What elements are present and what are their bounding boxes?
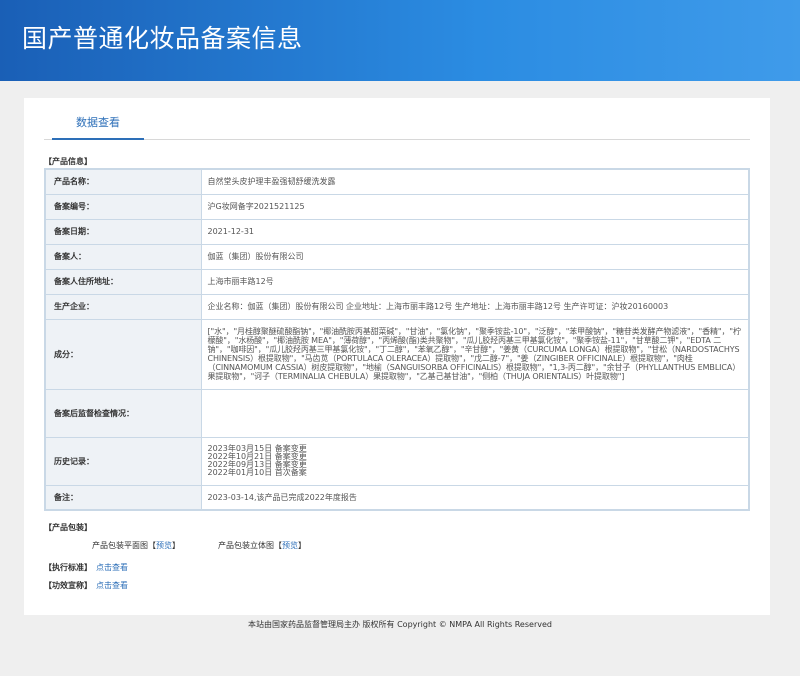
row-key: 成分： <box>44 318 202 390</box>
row-key: 生产企业： <box>44 293 202 320</box>
table-row: 成分： ["水"，"月桂醇聚醚硫酸酯钠"，"椰油酰胺丙基甜菜碱"，"甘油"，"氯… <box>44 318 750 390</box>
record-date-value: 2021-12-31 <box>200 218 750 245</box>
row-key: 备案人住所地址： <box>44 268 202 295</box>
row-key: 产品名称： <box>44 168 202 195</box>
section-product-info-label: 【产品信息】 <box>44 157 92 166</box>
table-row: 备注： 2023-03-14,该产品已完成2022年度报告 <box>44 484 750 511</box>
history-value: 2023年03月15日 备案变更 2022年10月21日 备案变更 2022年0… <box>200 436 750 486</box>
bracket-close: 】 <box>298 541 306 550</box>
table-row: 备案人： 伽蓝（集团）股份有限公司 <box>44 243 750 270</box>
exec-standard-row: 【执行标准】 点击查看 <box>44 562 128 573</box>
exec-standard-view-link[interactable]: 点击查看 <box>96 563 128 572</box>
tab-data-view[interactable]: 数据查看 <box>52 112 144 140</box>
package-stereo-label: 产品包装立体图 <box>218 541 274 550</box>
product-info-table: 产品名称： 自然堂头皮护理丰盈强韧舒缓洗发露 备案编号： 沪G妆网备字20215… <box>44 168 750 511</box>
table-row: 备案编号： 沪G妆网备字2021521125 <box>44 193 750 220</box>
manufacturer-value: 企业名称：伽蓝（集团）股份有限公司 企业地址：上海市丽丰路12号 生产地址：上海… <box>200 293 750 320</box>
exec-standard-label: 【执行标准】 <box>44 563 92 572</box>
page-title: 国产普通化妆品备案信息 <box>22 24 303 53</box>
footer-copyright: 本站由国家药品监督管理局主办 版权所有 Copyright © NMPA All… <box>248 620 552 629</box>
table-row: 历史记录： 2023年03月15日 备案变更 2022年10月21日 备案变更 … <box>44 436 750 486</box>
package-flat-preview-link[interactable]: 预览 <box>156 541 172 550</box>
tab-bar: 数据查看 <box>44 112 750 140</box>
remark-value: 2023-03-14,该产品已完成2022年度报告 <box>200 484 750 511</box>
header-banner: 国产普通化妆品备案信息 <box>0 0 800 81</box>
table-row: 备案后监督检查情况： <box>44 388 750 438</box>
section-package-label: 【产品包装】 <box>44 523 92 532</box>
package-stereo: 产品包装立体图【预览】 <box>218 540 306 551</box>
history-entry: 2022年01月10日 首次备案 <box>207 468 307 477</box>
row-key: 备案人： <box>44 243 202 270</box>
bracket-close: 】 <box>172 541 180 550</box>
product-name-value: 自然堂头皮护理丰盈强韧舒缓洗发露 <box>200 168 750 195</box>
bracket-open: 【 <box>274 541 282 550</box>
registrant-address-value: 上海市丽丰路12号 <box>200 268 750 295</box>
package-stereo-preview-link[interactable]: 预览 <box>282 541 298 550</box>
row-key: 备案编号： <box>44 193 202 220</box>
registrant-value: 伽蓝（集团）股份有限公司 <box>200 243 750 270</box>
table-row: 产品名称： 自然堂头皮护理丰盈强韧舒缓洗发露 <box>44 168 750 195</box>
row-key: 备案后监督检查情况： <box>44 388 202 438</box>
row-key: 历史记录： <box>44 436 202 486</box>
package-flat-label: 产品包装平面图 <box>92 541 148 550</box>
efficacy-claim-row: 【功效宣称】 点击查看 <box>44 580 128 591</box>
table-row: 备案人住所地址： 上海市丽丰路12号 <box>44 268 750 295</box>
bracket-open: 【 <box>148 541 156 550</box>
ingredients-value: ["水"，"月桂醇聚醚硫酸酯钠"，"椰油酰胺丙基甜菜碱"，"甘油"，"氯化钠"，… <box>200 318 750 390</box>
supervision-value <box>200 388 750 438</box>
table-row: 生产企业： 企业名称：伽蓝（集团）股份有限公司 企业地址：上海市丽丰路12号 生… <box>44 293 750 320</box>
content-panel: 数据查看 【产品信息】 产品名称： 自然堂头皮护理丰盈强韧舒缓洗发露 备案编号：… <box>24 98 770 615</box>
package-flat: 产品包装平面图【预览】 <box>92 540 180 551</box>
row-key: 备注： <box>44 484 202 511</box>
efficacy-claim-label: 【功效宣称】 <box>44 581 92 590</box>
row-key: 备案日期： <box>44 218 202 245</box>
record-number-value: 沪G妆网备字2021521125 <box>200 193 750 220</box>
table-row: 备案日期： 2021-12-31 <box>44 218 750 245</box>
efficacy-claim-view-link[interactable]: 点击查看 <box>96 581 128 590</box>
